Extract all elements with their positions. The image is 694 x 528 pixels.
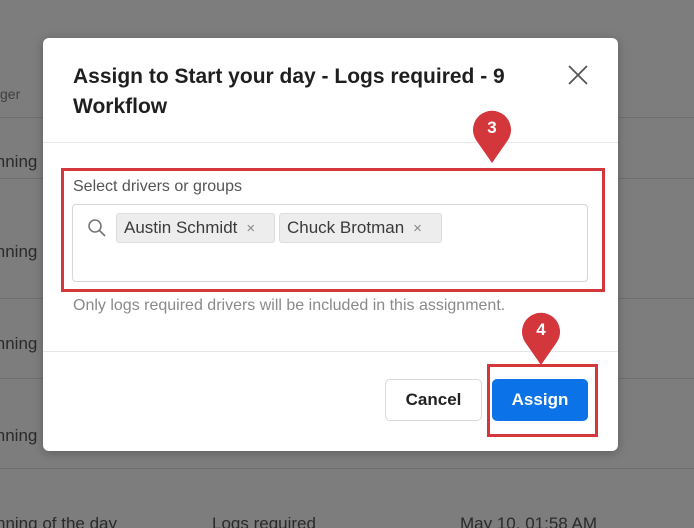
cancel-button[interactable]: Cancel bbox=[385, 379, 482, 421]
highlight-box-select bbox=[61, 168, 605, 292]
background-row-cell: inning bbox=[0, 334, 38, 353]
step-number: 3 bbox=[487, 118, 497, 137]
background-row-cell: inning bbox=[0, 152, 38, 171]
row-divider bbox=[0, 468, 694, 469]
step-number: 4 bbox=[536, 320, 546, 339]
help-text: Only logs required drivers will be inclu… bbox=[73, 297, 506, 314]
background-row-cell: inning bbox=[0, 426, 38, 445]
close-icon bbox=[568, 65, 588, 85]
background-column-header: ger bbox=[0, 86, 21, 102]
background-row-status: Logs required bbox=[212, 514, 316, 528]
step-marker-4: 4 bbox=[521, 312, 561, 366]
highlight-box-assign bbox=[487, 364, 598, 437]
header-divider bbox=[43, 142, 618, 143]
step-marker-3: 3 bbox=[472, 110, 512, 164]
close-button[interactable] bbox=[567, 64, 589, 86]
background-row-cell: inning bbox=[0, 242, 38, 261]
background-row-date: May 10, 01:58 AM bbox=[460, 514, 598, 528]
background-row-cell: nning of the day bbox=[0, 514, 117, 528]
